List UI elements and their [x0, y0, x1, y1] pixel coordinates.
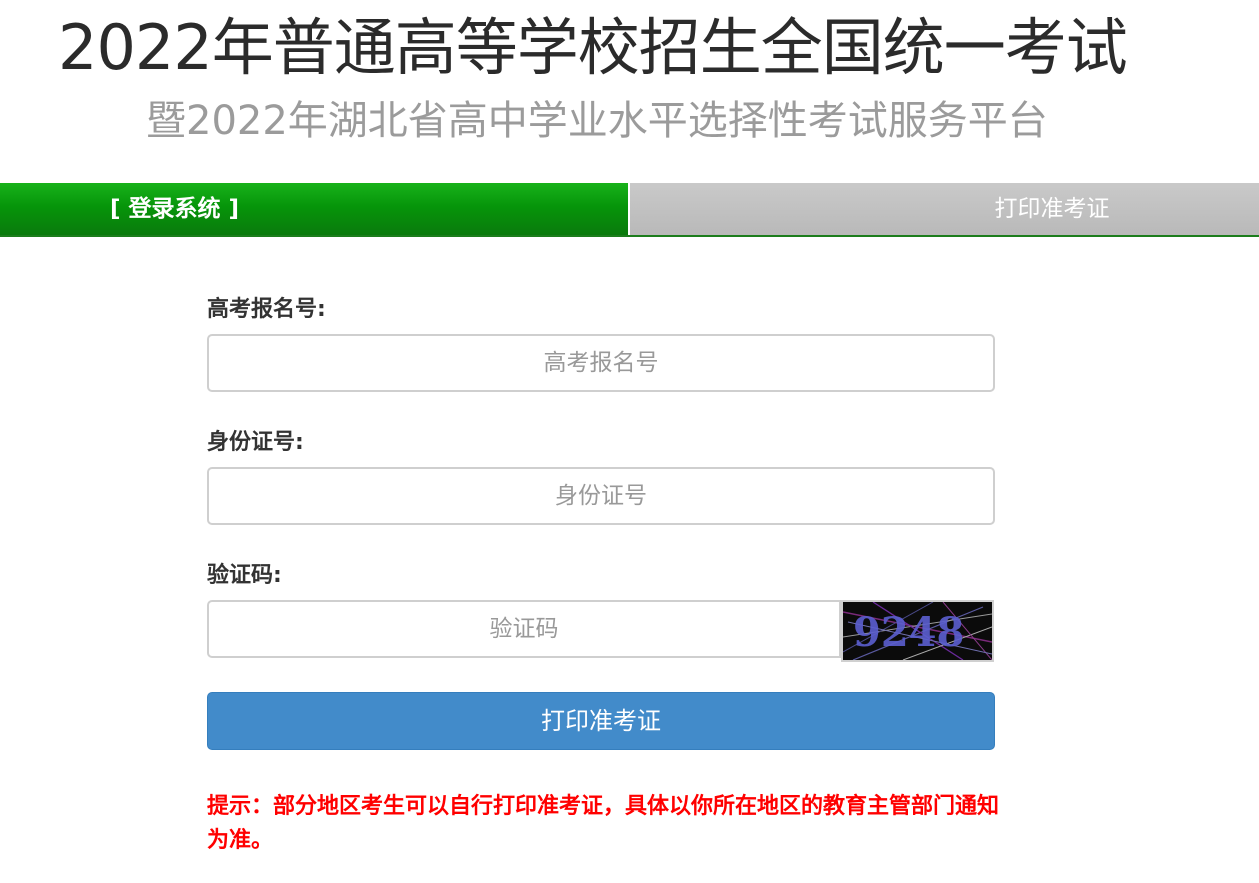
exam-number-label: 高考报名号: — [207, 297, 326, 322]
id-number-label: 身份证号: — [207, 430, 304, 455]
page-title: 2022年普通高等学校招生全国统一考试 — [58, 11, 1128, 84]
tab-print-admission-ticket[interactable]: 打印准考证 — [630, 183, 1259, 235]
captcha-code: 9248 — [853, 609, 964, 656]
notice-text: 提示：部分地区考生可以自行打印准考证，具体以你所在地区的教育主管部门通知为准。 — [207, 794, 1000, 853]
captcha-image[interactable]: 9248 — [841, 600, 994, 662]
captcha-noise-graphic: 9248 — [843, 602, 992, 660]
tab-bar: [ 登录系统 ] 打印准考证 — [0, 183, 1259, 237]
page-subtitle: 暨2022年湖北省高中学业水平选择性考试服务平台 — [146, 98, 1048, 144]
exam-number-input[interactable] — [207, 334, 995, 392]
login-form: 高考报名号: 身份证号: 验证码: 9248 打印准考证 提示：部分地区考生可以… — [207, 290, 999, 858]
captcha-label: 验证码: — [207, 563, 282, 588]
tab-login-system[interactable]: [ 登录系统 ] — [0, 183, 628, 235]
captcha-row: 9248 — [207, 600, 995, 662]
id-number-input[interactable] — [207, 467, 995, 525]
print-admission-ticket-button[interactable]: 打印准考证 — [207, 692, 995, 750]
captcha-input[interactable] — [207, 600, 841, 658]
